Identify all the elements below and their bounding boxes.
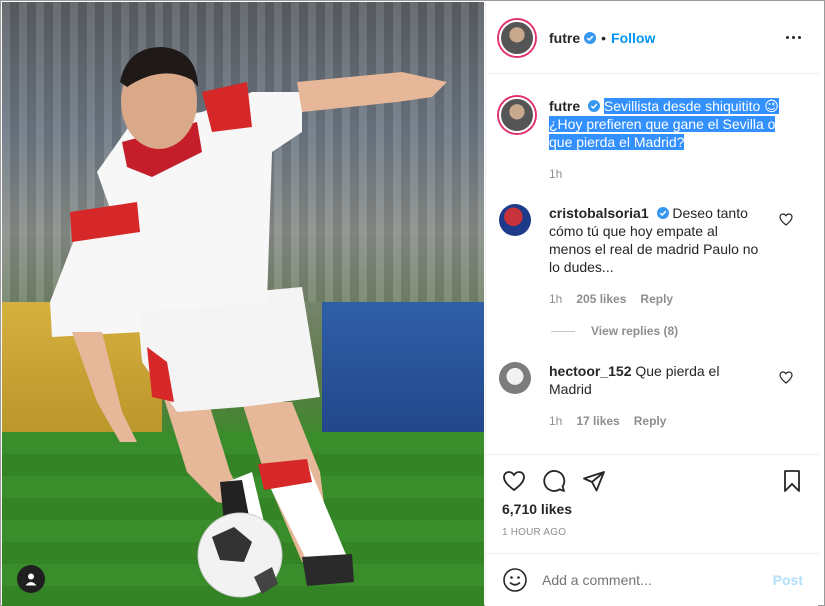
comment-text-line1: Deseo tanto (672, 205, 748, 221)
caption-text-line1: Sevillista desde shiquitito 😉 (603, 98, 779, 114)
post-actions: 6,710 likes 1 HOUR AGO (486, 454, 819, 564)
comment-body: cristobalsoria1 Deseo tanto cómo tú que … (549, 204, 779, 308)
verified-badge-icon (588, 100, 601, 112)
comment-likes[interactable]: 17 likes (576, 412, 619, 430)
comment-bubble-icon[interactable] (542, 469, 566, 493)
caption-text-line3: que pierda el Madrid? (549, 134, 685, 150)
comment-reply-button[interactable]: Reply (634, 412, 667, 430)
comment-text-line1: Que pierda el (635, 363, 720, 379)
caption-text-line2: ¿Hoy prefieren que gane el Sevilla o (549, 116, 776, 132)
comments-list: futre Sevillista desde shiquitito 😉 ¿Hoy… (486, 75, 819, 455)
share-paper-plane-icon[interactable] (582, 469, 606, 493)
commenter-avatar[interactable] (499, 204, 531, 236)
caption-timestamp[interactable]: 1h (549, 165, 562, 183)
verified-badge-icon (584, 31, 597, 44)
commenter-avatar[interactable] (499, 362, 531, 394)
post-comment-button[interactable]: Post (773, 572, 803, 588)
emoji-icon[interactable] (502, 567, 528, 593)
comment-username[interactable]: cristobalsoria1 (549, 205, 649, 221)
author-avatar[interactable] (499, 19, 535, 56)
comment-text-line2: Madrid (549, 381, 592, 397)
caption-author-avatar[interactable] (499, 97, 535, 133)
instagram-post-modal: futre • Follow futre Sevillista desde sh… (0, 0, 825, 606)
caption-username[interactable]: futre (549, 98, 580, 114)
comment-reply-button[interactable]: Reply (640, 290, 673, 308)
post-side-panel: futre • Follow futre Sevillista desde sh… (485, 2, 819, 606)
tagged-users-button[interactable] (17, 565, 45, 593)
view-replies-label[interactable]: View replies (8) (591, 324, 678, 338)
add-comment-input[interactable] (542, 572, 762, 588)
comment-likes[interactable]: 205 likes (576, 290, 626, 308)
like-heart-icon[interactable] (502, 469, 526, 493)
post-photo[interactable] (2, 2, 484, 606)
user-icon (25, 573, 37, 586)
like-comment-heart-icon[interactable] (779, 213, 793, 226)
post-header: futre • Follow (486, 2, 819, 74)
separator-dot: • (601, 29, 607, 46)
view-replies-button[interactable]: View replies (8) (551, 324, 678, 338)
comment-text-line2: cómo tú que hoy empate al (549, 223, 718, 239)
more-options-icon[interactable] (783, 29, 803, 45)
comment-text-line3: menos el real de madrid Paulo no (549, 241, 759, 257)
comment-text-line4: lo dudes... (549, 259, 614, 275)
football-player-illustration (50, 47, 447, 598)
comment-timestamp[interactable]: 1h (549, 412, 562, 430)
follow-button[interactable]: Follow (611, 30, 655, 46)
author-username[interactable]: futre (549, 30, 580, 46)
caption-body: futre Sevillista desde shiquitito 😉 ¿Hoy… (549, 97, 799, 183)
comment-row: hectoor_152 Que pierda el Madrid 1h 17 l… (499, 362, 779, 430)
caption-row: futre Sevillista desde shiquitito 😉 ¿Hoy… (499, 97, 799, 183)
like-comment-heart-icon[interactable] (779, 371, 793, 384)
save-bookmark-icon[interactable] (780, 469, 804, 493)
comment-row: cristobalsoria1 Deseo tanto cómo tú que … (499, 204, 779, 308)
add-comment-bar: Post (486, 553, 819, 606)
likes-count[interactable]: 6,710 likes (502, 501, 572, 517)
comment-body: hectoor_152 Que pierda el Madrid 1h 17 l… (549, 362, 779, 430)
comment-timestamp[interactable]: 1h (549, 290, 562, 308)
post-time-ago[interactable]: 1 HOUR AGO (502, 527, 566, 538)
comment-username[interactable]: hectoor_152 (549, 363, 631, 379)
verified-badge-icon (656, 207, 669, 219)
